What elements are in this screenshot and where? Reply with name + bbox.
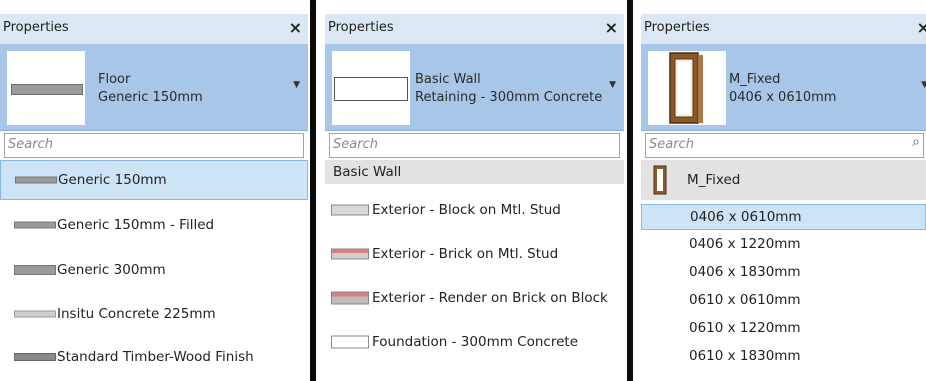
panel-title: Properties <box>328 20 394 35</box>
list-item-label: 0406 x 1220mm <box>689 236 801 252</box>
group-header: M_Fixed <box>641 160 926 200</box>
close-icon[interactable]: × <box>289 18 302 37</box>
panel-title-bar: Properties × <box>325 14 624 45</box>
list-item[interactable]: 0406 x 1830mm <box>641 259 926 285</box>
properties-panel-floor: Properties × Floor Generic 150mm ▼ Searc… <box>0 0 308 381</box>
search-placeholder: Search <box>8 137 53 152</box>
group-header-label: Basic Wall <box>333 164 402 180</box>
list-item-label: Exterior - Block on Mtl. Stud <box>372 202 561 218</box>
type-family: Basic Wall <box>415 72 481 87</box>
type-selector[interactable]: Basic Wall Retaining - 300mm Concrete ▼ <box>325 44 624 131</box>
properties-panel-wall: Properties × Basic Wall Retaining - 300m… <box>325 0 624 381</box>
search-icon[interactable]: ⌕ <box>912 134 920 150</box>
search-input[interactable]: Search ⌕ <box>645 133 924 158</box>
type-thumbnail <box>7 51 85 125</box>
list-item[interactable]: Generic 150mm - Filled <box>0 205 308 245</box>
window-icon <box>669 52 703 124</box>
list-item-label: Generic 150mm <box>58 172 167 188</box>
panel-title-bar: Properties × <box>641 14 926 45</box>
list-item-label: 0406 x 1830mm <box>689 264 801 280</box>
panel-title: Properties <box>3 20 69 35</box>
list-item[interactable]: Generic 150mm <box>0 160 308 200</box>
panel-divider <box>310 0 316 381</box>
type-name: Generic 150mm <box>98 90 203 105</box>
floor-swatch-icon <box>14 310 56 318</box>
window-icon <box>653 165 667 195</box>
list-item[interactable]: Insitu Concrete 225mm <box>0 294 308 334</box>
list-item-label: Exterior - Render on Brick on Block <box>372 290 608 306</box>
type-name: Retaining - 300mm Concrete <box>415 90 603 105</box>
floor-swatch-icon <box>14 265 56 275</box>
chevron-down-icon[interactable]: ▼ <box>609 80 616 90</box>
search-input[interactable]: Search <box>4 133 304 158</box>
search-placeholder: Search <box>333 137 378 152</box>
type-family: M_Fixed <box>729 72 781 87</box>
list-item[interactable]: Foundation - 300mm Concrete <box>325 322 624 362</box>
brick-swatch-icon <box>331 248 369 260</box>
floor-swatch-icon <box>14 221 56 229</box>
list-item[interactable]: 0406 x 1220mm <box>641 231 926 257</box>
list-item-label: Insitu Concrete 225mm <box>57 306 216 322</box>
list-item-label: Generic 300mm <box>57 262 166 278</box>
close-icon[interactable]: × <box>917 18 926 37</box>
list-item-label: 0406 x 0610mm <box>690 209 802 225</box>
group-header: Basic Wall <box>325 160 624 184</box>
wall-swatch-icon <box>334 77 408 101</box>
type-name: 0406 x 0610mm <box>729 90 837 105</box>
list-item-label: 0610 x 1220mm <box>689 320 801 336</box>
wall-swatch-icon <box>331 335 369 349</box>
brick-swatch-icon <box>331 291 369 305</box>
type-family: Floor <box>98 72 131 87</box>
group-header-label: M_Fixed <box>687 172 741 188</box>
search-placeholder: Search <box>649 137 694 152</box>
chevron-down-icon[interactable]: ▼ <box>293 80 300 90</box>
list-item[interactable]: 0406 x 0610mm <box>641 204 926 230</box>
list-item-label: 0610 x 0610mm <box>689 292 801 308</box>
list-item-label: Standard Timber-Wood Finish <box>57 349 254 365</box>
panel-title: Properties <box>644 20 710 35</box>
chevron-down-icon[interactable]: ▼ <box>921 80 926 90</box>
list-item-label: Generic 150mm - Filled <box>57 217 215 233</box>
list-item[interactable]: 0610 x 0610mm <box>641 287 926 313</box>
wall-swatch-icon <box>331 204 369 216</box>
type-selector[interactable]: M_Fixed 0406 x 0610mm ▼ <box>641 44 926 131</box>
list-item-label: 0610 x 1830mm <box>689 348 801 364</box>
floor-swatch-icon <box>15 176 57 184</box>
panel-divider <box>627 0 633 381</box>
list-item[interactable]: Exterior - Brick on Mtl. Stud <box>325 234 624 274</box>
list-item-label: Exterior - Brick on Mtl. Stud <box>372 246 559 262</box>
panel-title-bar: Properties × <box>0 14 308 45</box>
floor-swatch-icon <box>11 84 83 95</box>
properties-panel-window: Properties × M_Fixed 0406 x 0610mm ▼ Sea… <box>641 0 926 381</box>
type-thumbnail <box>648 51 726 125</box>
list-item[interactable]: Generic 300mm <box>0 250 308 290</box>
list-item[interactable]: Exterior - Render on Brick on Block <box>325 278 624 318</box>
list-item[interactable]: Standard Timber-Wood Finish <box>0 337 308 377</box>
type-thumbnail <box>332 51 410 125</box>
list-item-label: Foundation - 300mm Concrete <box>372 334 578 350</box>
list-item[interactable]: Exterior - Block on Mtl. Stud <box>325 190 624 230</box>
close-icon[interactable]: × <box>605 18 618 37</box>
type-selector[interactable]: Floor Generic 150mm ▼ <box>0 44 308 131</box>
list-item[interactable]: 0610 x 1830mm <box>641 343 926 369</box>
list-item[interactable]: 0610 x 1220mm <box>641 315 926 341</box>
search-input[interactable]: Search <box>329 133 620 158</box>
floor-swatch-icon <box>14 353 56 361</box>
